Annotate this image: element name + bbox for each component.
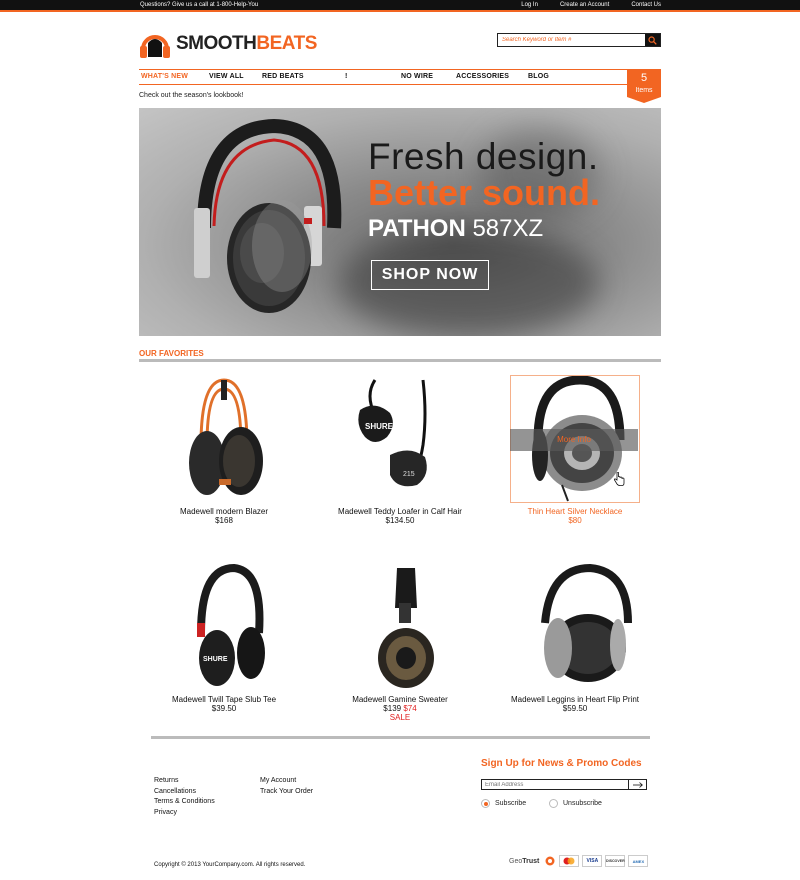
nav-no-wire[interactable]: NO WIRE (401, 73, 433, 80)
subscribe-radio[interactable]: Subscribe (481, 799, 526, 808)
product-name[interactable]: Madewell Leggins in Heart Flip Print (490, 695, 660, 704)
nav-exclamation[interactable]: ! (345, 73, 348, 80)
geotrust-suffix: Trust (522, 857, 540, 865)
product-price: $139 $74 (315, 704, 485, 713)
search-box (497, 33, 661, 47)
nav-accessories[interactable]: ACCESSORIES (456, 73, 509, 80)
product-image[interactable]: SHURE 215 (335, 375, 465, 503)
svg-text:SHURE: SHURE (365, 422, 394, 431)
product-card[interactable]: More Info Thin Heart Silver Necklace $80 (490, 375, 660, 525)
product-name[interactable]: Madewell modern Blazer (139, 507, 309, 516)
mastercard-icon (559, 855, 580, 867)
radio-unselected-icon (549, 799, 558, 808)
hero-model-bold: PATHON (368, 215, 466, 242)
footer-link-returns[interactable]: Returns (154, 776, 215, 787)
product-price: $134.50 (385, 516, 415, 525)
subscribe-label: Subscribe (495, 800, 527, 807)
search-icon (648, 35, 657, 45)
unsubscribe-radio[interactable]: Unsubscribe (549, 799, 602, 808)
product-card[interactable]: Madewell Leggins in Heart Flip Print $59… (490, 563, 660, 713)
nav-view-all[interactable]: VIEW ALL (209, 73, 244, 80)
hero-headphones-image (194, 118, 342, 313)
product-name[interactable]: Madewell Teddy Loafer in Calf Hair (315, 507, 485, 516)
unsubscribe-label: Unsubscribe (563, 800, 602, 807)
discover-icon: DISCOVER (605, 855, 626, 867)
geotrust-seal-icon (544, 855, 556, 867)
cart-count: 5 (640, 72, 648, 84)
product-image[interactable] (335, 563, 465, 691)
product-card[interactable]: Madewell modern Blazer $168 (139, 375, 309, 525)
hero-model-number: 587XZ (472, 215, 544, 242)
search-input[interactable] (498, 34, 645, 46)
product-card[interactable]: Madewell Gamine Sweater $139 $74 SALE (315, 563, 485, 722)
search-button[interactable] (645, 34, 660, 46)
headphones-logo-icon (139, 27, 171, 61)
original-price: $139 (383, 704, 402, 713)
footer-divider (151, 736, 650, 739)
hero-banner: Fresh design. Better sound. PATHON 587XZ… (139, 108, 661, 336)
product-name[interactable]: Madewell Gamine Sweater (315, 695, 485, 704)
favorites-title: OUR FAVORITES (139, 349, 204, 358)
create-account-link[interactable]: Create an Account (560, 2, 609, 8)
product-image[interactable] (510, 563, 640, 691)
cart-label: Items (635, 87, 653, 94)
sale-badge: SALE (389, 713, 411, 722)
footer-link-cancellations[interactable]: Cancellations (154, 787, 215, 798)
product-price: $59.50 (562, 704, 588, 713)
section-divider (139, 359, 661, 362)
lookbook-link[interactable]: Check out the season's lookbook! (139, 92, 243, 99)
product-price: $39.50 (211, 704, 237, 713)
radio-selected-icon (481, 799, 490, 808)
geotrust-prefix: Geo (509, 857, 523, 865)
cart-badge[interactable]: 5 Items (627, 69, 661, 103)
support-phone-text: Questions? Give us a call at 1-800-Help-… (140, 2, 259, 8)
payment-badges: GeoTrust VISA DISCOVER AMEX (509, 855, 649, 867)
hero-subheadline: Better sound. (368, 172, 601, 213)
nav-red-beats[interactable]: RED BEATS (262, 73, 304, 80)
main-nav: WHAT'S NEW VIEW ALL RED BEATS ! NO WIRE … (139, 69, 631, 85)
product-name[interactable]: Thin Heart Silver Necklace (490, 507, 660, 516)
product-name[interactable]: Madewell Twill Tape Slub Tee (139, 695, 309, 704)
login-link[interactable]: Log In (521, 2, 538, 8)
product-image[interactable] (159, 375, 289, 503)
footer-link-terms[interactable]: Terms & Conditions (154, 797, 215, 808)
shop-now-button[interactable]: SHOP NOW (371, 260, 489, 290)
brand-name-part1: SMOOTH (176, 33, 257, 54)
product-image[interactable]: SHURE (159, 563, 289, 691)
product-card[interactable]: SHURE 215 Madewell Teddy Loafer in Calf … (315, 375, 485, 525)
hand-cursor-icon (613, 472, 625, 486)
product-price: $168 (215, 516, 233, 525)
newsletter-submit-button[interactable] (628, 780, 646, 789)
more-info-button[interactable]: More Info (510, 429, 638, 451)
copyright-text: Copyright © 2013 YourCompany.com. All ri… (154, 862, 306, 868)
email-field[interactable] (482, 780, 628, 789)
contact-us-link[interactable]: Contact Us (631, 2, 661, 8)
top-bar: Questions? Give us a call at 1-800-Help-… (0, 0, 800, 12)
brand-name-part2: BEATS (256, 33, 317, 54)
newsletter-form (481, 779, 647, 790)
product-card[interactable]: SHURE Madewell Twill Tape Slub Tee $39.5… (139, 563, 309, 713)
footer-link-privacy[interactable]: Privacy (154, 808, 215, 819)
footer-links-col1: Returns Cancellations Terms & Conditions… (154, 776, 215, 818)
footer-link-track-order[interactable]: Track Your Order (260, 787, 313, 798)
geotrust-badge: GeoTrust (509, 858, 539, 865)
hero-model-name: PATHON 587XZ (368, 215, 543, 243)
footer-link-my-account[interactable]: My Account (260, 776, 313, 787)
amex-icon: AMEX (628, 855, 649, 867)
arrow-right-icon (632, 781, 643, 788)
svg-text:SHURE: SHURE (203, 656, 228, 663)
footer-links-col2: My Account Track Your Order (260, 776, 313, 797)
product-price: $80 (568, 516, 582, 525)
svg-text:215: 215 (403, 471, 415, 478)
nav-whats-new[interactable]: WHAT'S NEW (141, 73, 188, 80)
product-image[interactable]: More Info (510, 375, 640, 503)
sale-price: $74 (403, 704, 417, 713)
account-links: Log In Create an Account Contact Us (499, 2, 661, 8)
newsletter-title: Sign Up for News & Promo Codes (481, 758, 642, 769)
visa-icon: VISA (582, 855, 603, 867)
brand-logo[interactable]: SMOOTHBEATS (139, 27, 317, 61)
nav-blog[interactable]: BLOG (528, 73, 549, 80)
